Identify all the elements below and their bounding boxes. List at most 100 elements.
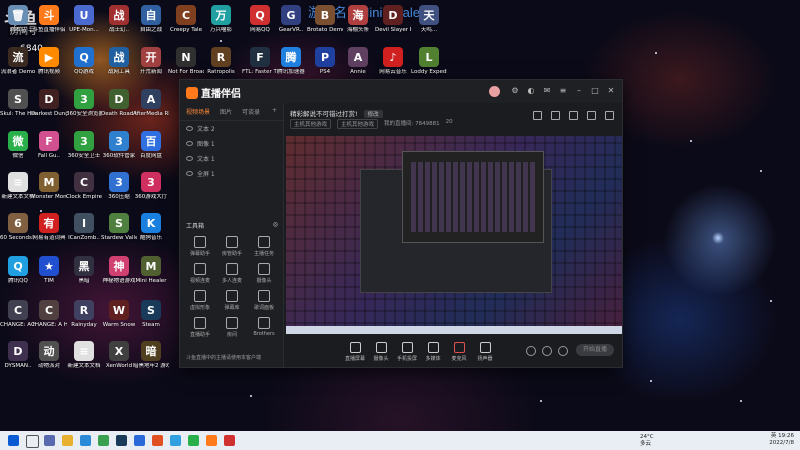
desktop-shortcut[interactable]: D Death Road to Canada — [101, 89, 137, 118]
record-icon[interactable] — [526, 346, 536, 356]
tool-item[interactable]: 视频连麦 — [184, 263, 216, 284]
desktop-shortcut[interactable]: G GearVR.. — [273, 5, 309, 34]
microphone-button[interactable]: 麦克风 — [446, 341, 472, 362]
settings-icon[interactable] — [558, 346, 568, 356]
desktop-shortcut[interactable]: U UPE-Mon... — [66, 5, 102, 34]
desktop-shortcut[interactable]: R Rainyday — [66, 300, 102, 329]
stats-icon[interactable] — [569, 111, 578, 120]
tool-item[interactable]: 虚拟形象 — [184, 290, 216, 311]
scene-item[interactable]: 图像 1 — [180, 136, 283, 151]
desktop-shortcut[interactable]: 战战士幻.. — [101, 5, 137, 34]
desktop-shortcut[interactable]: C Creepy Tale — [168, 5, 204, 34]
minimize-icon[interactable]: – — [574, 86, 584, 96]
avatar[interactable] — [489, 86, 500, 97]
desktop-shortcut[interactable]: W Warm Snow — [101, 300, 137, 329]
desktop-shortcut[interactable]: ≡ 新建文本文档 — [66, 341, 102, 370]
stream-preview[interactable] — [286, 136, 622, 334]
tool-item[interactable]: Brothers — [248, 317, 280, 338]
desktop-shortcut[interactable]: A AfterMedia RECentral — [133, 89, 169, 118]
desktop-shortcut[interactable]: K 酷狗音乐 — [133, 213, 169, 242]
file-explorer-icon[interactable] — [62, 435, 73, 446]
search-icon[interactable] — [26, 435, 39, 448]
tool-item[interactable]: 弹幕助手 — [184, 236, 216, 257]
start-streaming-button[interactable]: 开始直播 — [576, 344, 614, 356]
screen-capture-button[interactable]: 直播屏幕 — [342, 341, 368, 362]
visibility-icon[interactable] — [186, 171, 193, 176]
desktop-shortcut[interactable]: A Annie — [340, 47, 376, 76]
desktop-shortcut[interactable]: D Darkest Dungeon — [31, 89, 67, 118]
weather-widget[interactable]: 24°C 多云 — [640, 434, 654, 447]
skin-icon[interactable]: ◐ — [526, 86, 536, 96]
ime-indicator[interactable]: 英 — [771, 433, 777, 439]
desktop-shortcut[interactable]: C Clock Empire — [66, 172, 102, 201]
desktop-shortcut[interactable]: L Loddy Expedition — [411, 47, 447, 76]
desktop-shortcut[interactable]: 战战网工具 — [101, 47, 137, 76]
desktop-shortcut[interactable]: ♪ 网易云音乐 — [375, 47, 411, 76]
windows-start-icon[interactable] — [8, 435, 19, 446]
share-icon[interactable] — [605, 111, 614, 120]
tab-video-scene[interactable]: 视频场景 — [186, 107, 210, 116]
edge-icon[interactable] — [80, 435, 91, 446]
tool-item[interactable]: 直播助手 — [184, 317, 216, 338]
tool-item[interactable]: 歌词面板 — [248, 290, 280, 311]
media-button[interactable]: 多媒体 — [420, 341, 446, 362]
visibility-icon[interactable] — [186, 156, 193, 161]
menu-icon[interactable]: ≡ — [558, 86, 568, 96]
desktop-shortcut[interactable]: 开开荒新闻 — [133, 47, 169, 76]
desktop-shortcut[interactable]: S Stardew Valley — [101, 213, 137, 242]
desktop-shortcut[interactable]: S Steam — [133, 300, 169, 329]
scene-item[interactable]: 文本 1 — [180, 151, 283, 166]
desktop-shortcut[interactable]: P PS4 — [307, 47, 343, 76]
gift-icon[interactable] — [551, 111, 560, 120]
desktop-shortcut[interactable]: C CHANGE: A Homeles... — [31, 300, 67, 329]
toolbox-toggle-icon[interactable]: ◎ — [273, 221, 278, 230]
tool-item[interactable]: 主播任务 — [248, 236, 280, 257]
add-scene-icon[interactable]: + — [272, 107, 277, 116]
desktop-shortcut[interactable]: 有网易有道词典 — [31, 213, 67, 242]
speaker-button[interactable]: 扬声器 — [472, 341, 498, 362]
tool-item[interactable]: 多人连麦 — [216, 263, 248, 284]
phone-cast-button[interactable]: 手机投屏 — [394, 341, 420, 362]
category-chip[interactable]: 主机其他游戏 — [290, 119, 332, 129]
desktop-shortcut[interactable]: 天天鸣... — [411, 5, 447, 34]
tab-record[interactable]: 可谈录 — [242, 107, 260, 116]
desktop-shortcut[interactable]: 暗暗黑地牢2 游戏MA... — [133, 341, 169, 370]
desktop-shortcut[interactable]: 海海棚头条 — [340, 5, 376, 34]
browser-icon[interactable] — [98, 435, 109, 446]
settings-icon[interactable]: ⚙ — [510, 86, 520, 96]
desktop-shortcut[interactable]: ▶ 腾讯视频 — [31, 47, 67, 76]
desktop-shortcut[interactable]: B Brotato Demo — [307, 5, 343, 34]
mail-icon[interactable]: ✉ — [542, 86, 552, 96]
task-view-icon[interactable] — [44, 435, 55, 446]
desktop-shortcut[interactable]: M Monster Monki.. — [31, 172, 67, 201]
maximize-icon[interactable]: □ — [590, 86, 600, 96]
desktop-shortcut[interactable]: I ICanZomb.. — [66, 213, 102, 242]
desktop-shortcut[interactable]: F Fall Gu.. — [31, 131, 67, 160]
desktop-shortcut[interactable]: M Mini Healer — [133, 256, 169, 285]
desktop-shortcut[interactable]: R Ratropolis — [203, 47, 239, 76]
system-tray-clock[interactable]: 英 19:26 2022/7/8 — [769, 433, 794, 447]
desktop-shortcut[interactable]: 神神秘物语游戏 — [101, 256, 137, 285]
app-icon[interactable] — [224, 435, 235, 446]
visibility-icon[interactable] — [186, 141, 193, 146]
desktop-shortcut[interactable]: 3 360软件管家 — [101, 131, 137, 160]
douyu-icon[interactable] — [206, 435, 217, 446]
desktop-shortcut[interactable]: 百百度网盘 — [133, 131, 169, 160]
tool-item[interactable]: 房间 — [216, 317, 248, 338]
desktop-shortcut[interactable]: 万万兴喵影 — [203, 5, 239, 34]
desktop-shortcut[interactable]: N Not For Broadcast — [168, 47, 204, 76]
app-icon[interactable] — [134, 435, 145, 446]
layout-icon[interactable] — [533, 111, 542, 120]
desktop-shortcut[interactable]: 3 360安全浏览器 — [66, 89, 102, 118]
desktop-shortcut[interactable]: ★ TIM — [31, 256, 67, 285]
desktop-shortcut[interactable]: 动动物派对 — [31, 341, 67, 370]
timer-icon[interactable] — [542, 346, 552, 356]
bell-icon[interactable] — [587, 111, 596, 120]
qq-icon[interactable] — [170, 435, 181, 446]
wechat-icon[interactable] — [188, 435, 199, 446]
desktop-shortcut[interactable]: 自自由之战 — [133, 5, 169, 34]
desktop-shortcut[interactable]: 斗斗鱼直播伴侣 — [31, 5, 67, 34]
tool-item[interactable]: 摄像头 — [248, 263, 280, 284]
desktop-shortcut[interactable]: 3 360压缩 — [101, 172, 137, 201]
tool-item[interactable]: 房管助手 — [216, 236, 248, 257]
